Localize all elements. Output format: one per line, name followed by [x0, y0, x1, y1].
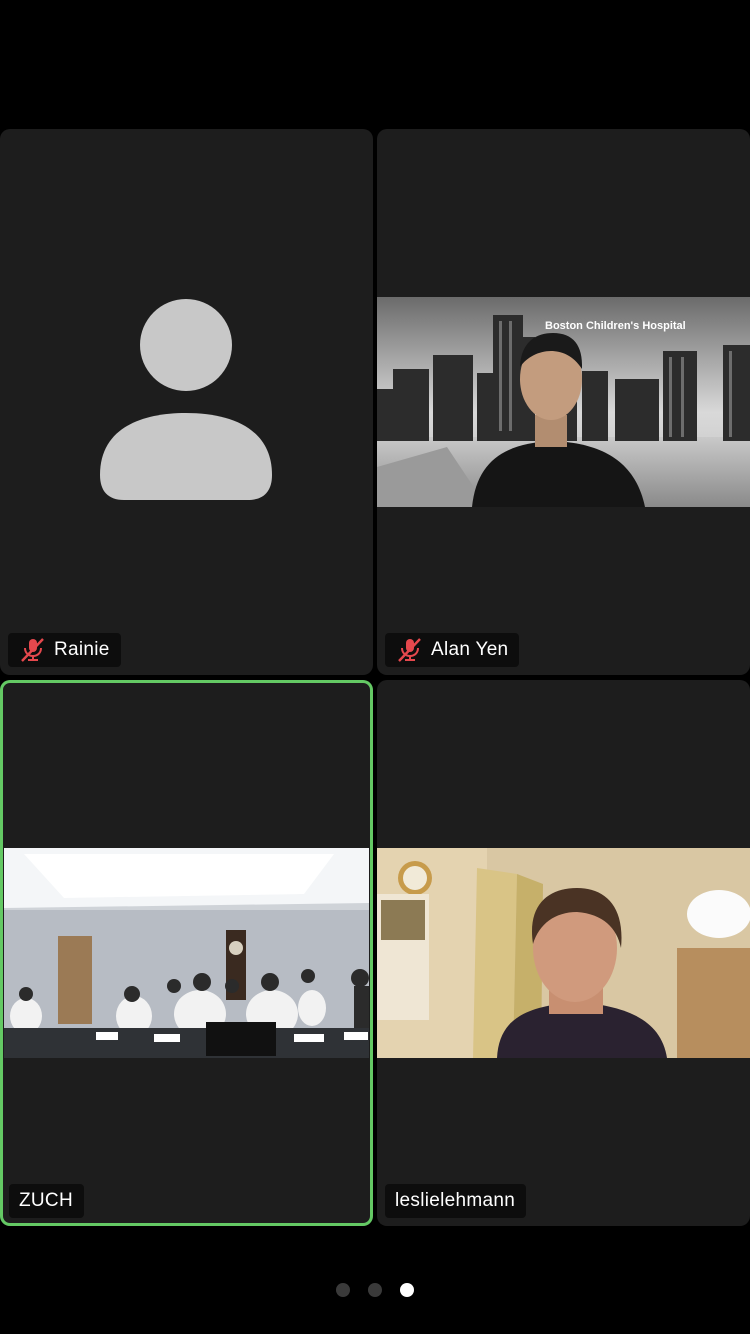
- participant-tile-rainie[interactable]: Rainie: [0, 129, 373, 675]
- page-dot-1[interactable]: [336, 1283, 350, 1297]
- name-tag: Alan Yen: [385, 633, 520, 667]
- mic-muted-icon: [398, 638, 421, 662]
- participant-tile-zuch[interactable]: ZUCH: [0, 680, 373, 1226]
- page-dot-2[interactable]: [368, 1283, 382, 1297]
- video-feed-conference-room: [4, 848, 369, 1058]
- background-caption: Boston Children's Hospital: [545, 320, 686, 332]
- default-avatar-icon: [100, 299, 272, 500]
- name-tag: Rainie: [8, 633, 121, 667]
- participant-name: ZUCH: [19, 1190, 73, 1211]
- participant-name: Alan Yen: [431, 639, 509, 660]
- page-dot-3-active[interactable]: [400, 1283, 414, 1297]
- mic-muted-icon: [21, 638, 44, 662]
- participant-video: Boston Children's Hospital: [377, 297, 750, 507]
- video-feed-home: [377, 848, 750, 1058]
- page-indicator[interactable]: [0, 1280, 750, 1300]
- name-tag: leslielehmann: [385, 1184, 527, 1218]
- video-grid-screen: Rainie Boston Children's Hospital Alan Y…: [0, 0, 750, 1334]
- participant-video: [4, 848, 369, 1058]
- participant-tile-alan-yen[interactable]: Boston Children's Hospital Alan Yen: [377, 129, 750, 675]
- video-feed-skyline: Boston Children's Hospital: [377, 297, 750, 507]
- participant-tile-leslielehmann[interactable]: leslielehmann: [377, 680, 750, 1226]
- participant-name: leslielehmann: [395, 1190, 516, 1211]
- participant-video: [377, 848, 750, 1058]
- name-tag: ZUCH: [9, 1184, 84, 1218]
- participant-name: Rainie: [54, 639, 110, 660]
